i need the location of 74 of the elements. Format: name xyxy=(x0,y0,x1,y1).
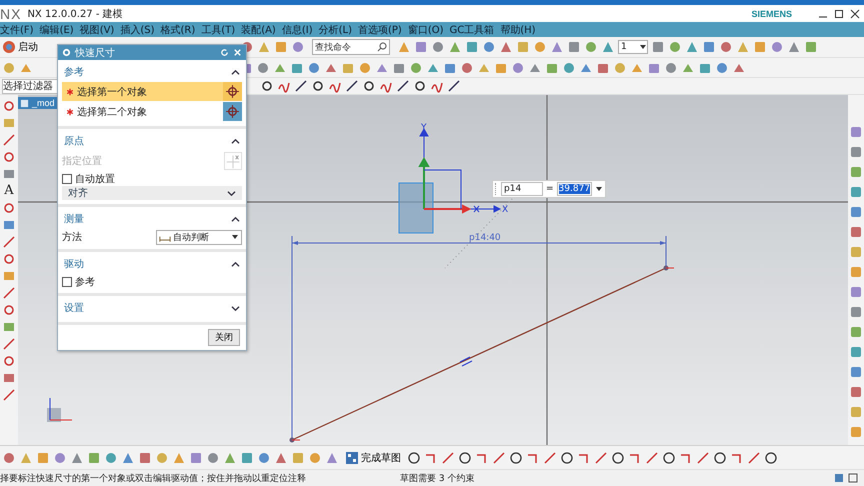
menu-item[interactable]: 帮助(H) xyxy=(500,22,536,36)
text-tool[interactable]: A xyxy=(4,184,14,198)
crosshair-icon[interactable] xyxy=(223,82,242,101)
caret-icon xyxy=(639,43,647,51)
chevron-icon xyxy=(231,260,240,268)
dimension-value-field[interactable]: 39.877 xyxy=(556,182,592,196)
selection-step[interactable]: 选择第二个对象 xyxy=(62,102,242,121)
caret-icon xyxy=(231,233,239,241)
section-title: 测量 xyxy=(64,212,84,226)
status-prompt: 择要标注快速尺寸的第一个对象或双击编辑驱动值；按住并拖动以重定位注释 xyxy=(0,472,307,484)
menu-item[interactable]: 首选项(P) xyxy=(358,22,402,36)
section-header[interactable]: 测量 xyxy=(62,207,242,229)
start-button[interactable]: 启动 xyxy=(2,40,42,54)
menu-item[interactable]: 格式(R) xyxy=(160,22,196,36)
close-button[interactable]: 关闭 xyxy=(208,329,240,346)
finish-sketch-button[interactable]: 完成草图 xyxy=(342,450,404,464)
section-title: 驱动 xyxy=(64,258,84,271)
dimension-label: p14:40 xyxy=(469,233,501,243)
brand-name: SIEMENS xyxy=(751,8,792,18)
checkbox-label: 自动放置 xyxy=(75,172,115,186)
menu-item[interactable]: 装配(A) xyxy=(241,22,276,36)
section-header[interactable]: 驱动 xyxy=(62,252,242,274)
menu-item[interactable]: 工具(T) xyxy=(201,22,236,36)
method-dropdown[interactable]: 自动判断 xyxy=(156,230,242,244)
parallel-constraint-icon xyxy=(460,356,472,366)
selection-step[interactable]: 选择第一个对象 xyxy=(62,82,242,101)
settings-icon[interactable] xyxy=(62,48,71,57)
status-message: 草图需要 3 个约束 xyxy=(400,472,474,484)
step-label: 选择第二个对象 xyxy=(77,106,148,118)
required-star-icon xyxy=(66,108,74,116)
search-field[interactable]: 查找命令 xyxy=(312,39,390,55)
globe-icon xyxy=(2,40,16,54)
checkbox-label: 参考 xyxy=(75,276,95,288)
close-icon[interactable] xyxy=(850,8,860,18)
required-star-icon xyxy=(66,88,74,96)
section-title: 参考 xyxy=(64,66,84,79)
dimension-name-field[interactable]: p14 xyxy=(501,182,543,196)
caret-icon[interactable] xyxy=(595,185,604,193)
reset-icon[interactable] xyxy=(220,48,229,57)
section-header[interactable]: 原点 xyxy=(62,129,242,151)
section-title: 原点 xyxy=(64,134,84,148)
menu-item[interactable]: 分析(L) xyxy=(318,22,352,36)
axis-label: X xyxy=(502,205,508,215)
menu-item[interactable]: 视图(V) xyxy=(80,22,114,36)
menu-item[interactable]: 插入(S) xyxy=(120,22,154,36)
crosshair-icon[interactable] xyxy=(223,102,242,121)
menu-item[interactable]: 文件(F) xyxy=(0,22,34,36)
chevron-icon xyxy=(227,190,236,196)
chevron-icon xyxy=(231,68,240,76)
section-title: 设置 xyxy=(64,302,84,315)
part-icon xyxy=(20,98,29,108)
chevron-icon xyxy=(231,138,240,144)
alignment-dropdown[interactable]: 对齐 xyxy=(62,186,242,200)
checkbox[interactable] xyxy=(62,276,72,286)
maximize-icon[interactable] xyxy=(834,8,844,18)
equals-sign: = xyxy=(546,184,554,194)
window-title: NX 12.0.0.27 - 建模 xyxy=(27,8,123,20)
menu-item[interactable]: 编辑(E) xyxy=(40,22,74,36)
chevron-icon xyxy=(231,216,240,222)
menu-item[interactable]: 信息(I) xyxy=(282,22,313,36)
app-logo: NX xyxy=(0,6,22,22)
axis-triad-drawing xyxy=(47,398,72,422)
checkbox[interactable] xyxy=(62,174,72,184)
selected-plane xyxy=(398,182,434,234)
search-icon[interactable] xyxy=(377,42,387,52)
menu-item[interactable]: 窗口(O) xyxy=(408,22,444,36)
layer-dropdown[interactable]: 1 xyxy=(618,40,648,54)
field-label: 方法 xyxy=(62,230,82,244)
checkered-flag-icon xyxy=(345,450,359,464)
chevron-icon xyxy=(231,304,240,312)
dialog-title: 快速尺寸 xyxy=(75,46,115,60)
field-label: 指定位置 xyxy=(62,154,102,168)
menu-item[interactable]: GC工具箱 xyxy=(450,22,494,36)
point-button[interactable] xyxy=(224,152,242,170)
